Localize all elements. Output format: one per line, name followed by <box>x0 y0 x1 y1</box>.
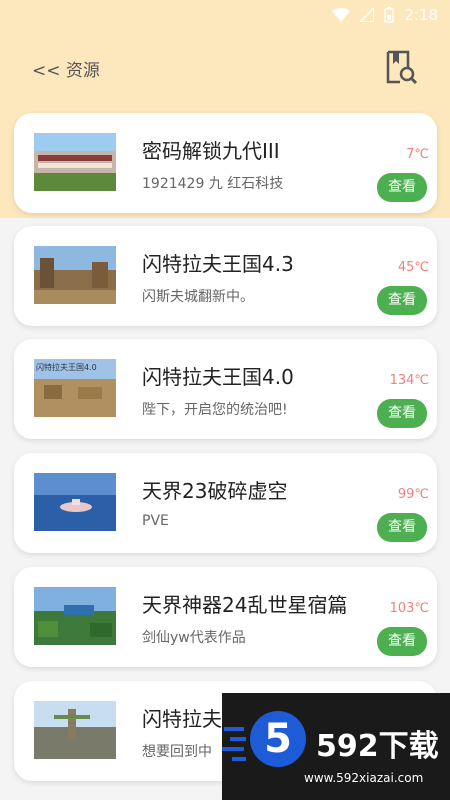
map-thumbnail <box>34 246 116 304</box>
item-subtitle: 1921429 九 红石科技 <box>142 176 284 192</box>
list-item[interactable]: 闪特拉夫王国4.0 闪特拉夫王国4.0 陛下，开启您的统治吧! 134℃ 查看 <box>14 339 437 439</box>
signal-icon <box>360 8 375 22</box>
item-title: 闪特拉夫王国4.3 <box>142 252 294 276</box>
item-subtitle: 闪斯夫城翻新中。 <box>142 289 254 305</box>
wifi-icon <box>332 8 351 22</box>
app-header: << 资源 <box>0 46 450 90</box>
item-title: 闪特拉夫王国4.0 <box>142 365 294 389</box>
item-subtitle: 陛下，开启您的统治吧! <box>142 402 288 418</box>
thumbnail-caption: 闪特拉夫王国4.0 <box>36 362 97 372</box>
item-title: 闪特拉夫 <box>142 707 222 731</box>
status-time: 2:18 <box>404 6 438 24</box>
view-button[interactable]: 查看 <box>377 399 427 428</box>
temperature-label: 134℃ <box>389 373 429 388</box>
back-button[interactable]: << 资源 <box>32 56 100 81</box>
book-search-icon[interactable] <box>384 50 418 86</box>
watermark-badge: 5 <box>250 711 306 767</box>
item-title: 天界神器24乱世星宿篇 <box>142 593 348 617</box>
view-button[interactable]: 查看 <box>377 513 427 542</box>
status-bar: 2:18 <box>0 0 450 30</box>
map-thumbnail <box>34 587 116 645</box>
map-thumbnail <box>34 701 116 759</box>
view-button[interactable]: 查看 <box>377 627 427 656</box>
map-thumbnail <box>34 473 116 531</box>
temperature-label: 7℃ <box>406 147 429 162</box>
view-button[interactable]: 查看 <box>377 286 427 315</box>
temperature-label: 103℃ <box>389 601 429 616</box>
map-thumbnail: 闪特拉夫王国4.0 <box>34 359 116 417</box>
watermark-logo: 5 592下载 www.592xiazai.com <box>222 693 450 800</box>
item-subtitle: PVE <box>142 513 169 529</box>
temperature-label: 45℃ <box>397 260 429 275</box>
view-button[interactable]: 查看 <box>377 173 427 202</box>
item-subtitle: 剑仙yw代表作品 <box>142 630 246 646</box>
list-item[interactable]: 天界23破碎虚空 PVE 99℃ 查看 <box>14 453 437 553</box>
temperature-label: 99℃ <box>397 487 429 502</box>
map-thumbnail <box>34 133 116 191</box>
item-subtitle: 想要回到中 <box>142 744 212 760</box>
list-item[interactable]: 闪特拉夫王国4.3 闪斯夫城翻新中。 45℃ 查看 <box>14 226 437 326</box>
battery-icon <box>384 7 395 23</box>
list-item[interactable]: 密码解锁九代III 1921429 九 红石科技 7℃ 查看 <box>14 113 437 213</box>
watermark-url: www.592xiazai.com <box>304 771 424 785</box>
watermark-brand: 592下载 <box>316 729 439 764</box>
speed-lines-icon <box>222 723 248 763</box>
item-title: 天界23破碎虚空 <box>142 479 288 503</box>
list-item[interactable]: 天界神器24乱世星宿篇 剑仙yw代表作品 103℃ 查看 <box>14 567 437 667</box>
item-title: 密码解锁九代III <box>142 139 280 163</box>
